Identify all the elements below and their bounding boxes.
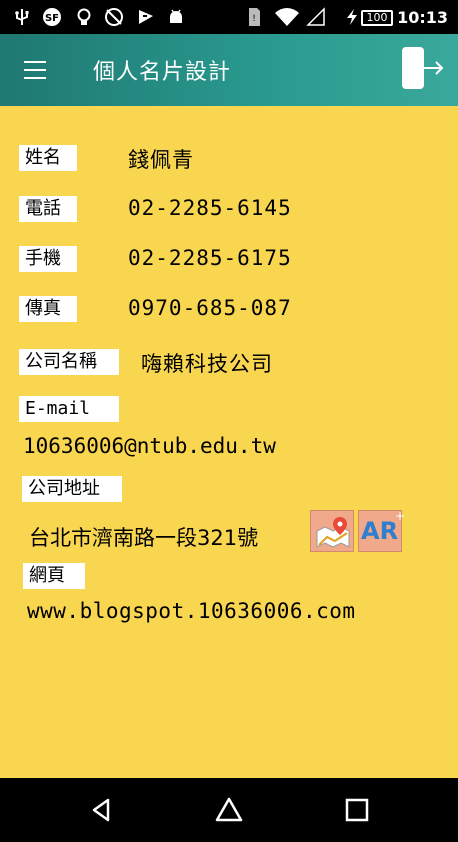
name-value: 錢佩青 bbox=[128, 148, 194, 172]
map-button[interactable] bbox=[310, 510, 354, 552]
navigation-bar bbox=[0, 778, 458, 842]
flag-icon bbox=[136, 7, 156, 27]
name-label: 姓名 bbox=[19, 145, 77, 171]
home-icon[interactable] bbox=[213, 794, 245, 826]
status-bar: SF ! 100 10:13 bbox=[0, 0, 458, 34]
android-icon bbox=[166, 7, 186, 27]
ar-plus-mark: + bbox=[395, 509, 406, 523]
fax-value: 0970-685-087 bbox=[128, 296, 292, 320]
back-triangle-icon[interactable] bbox=[86, 794, 118, 826]
ar-button[interactable]: AR + bbox=[358, 509, 406, 552]
charging-icon bbox=[342, 7, 362, 27]
battery-indicator: 100 bbox=[361, 10, 393, 26]
no-sync-icon bbox=[104, 7, 124, 27]
mobile-value: 02-2285-6175 bbox=[128, 246, 292, 270]
sf-icon: SF bbox=[42, 7, 62, 27]
exit-arrow-icon[interactable] bbox=[402, 47, 444, 89]
company-label: 公司名稱 bbox=[19, 349, 119, 375]
mobile-label: 手機 bbox=[19, 246, 77, 272]
map-pin-icon bbox=[316, 517, 350, 548]
fax-label: 傳真 bbox=[19, 296, 77, 322]
website-label: 網頁 bbox=[23, 563, 85, 589]
status-time: 10:13 bbox=[397, 8, 448, 27]
business-card-content: 姓名 錢佩青 電話 02-2285-6145 手機 02-2285-6175 傳… bbox=[0, 106, 458, 778]
email-label: E-mail bbox=[19, 396, 119, 422]
company-value: 嗨賴科技公司 bbox=[141, 352, 273, 376]
website-value: www.blogspot.10636006.com bbox=[27, 599, 356, 623]
usb-icon bbox=[12, 7, 32, 27]
sim-icon: ! bbox=[244, 7, 264, 27]
app-bar: 個人名片設計 bbox=[0, 34, 458, 106]
page-title: 個人名片設計 bbox=[93, 60, 232, 85]
phone-label: 電話 bbox=[19, 196, 77, 222]
signal-icon bbox=[306, 7, 326, 27]
email-value: 10636006@ntub.edu.tw bbox=[23, 434, 276, 458]
svg-text:SF: SF bbox=[45, 13, 59, 24]
phone-value: 02-2285-6145 bbox=[128, 196, 292, 220]
svg-text:!: ! bbox=[252, 14, 256, 24]
bulb-icon bbox=[74, 7, 94, 27]
address-value: 台北市濟南路一段321號 bbox=[29, 526, 259, 550]
address-label: 公司地址 bbox=[22, 476, 122, 502]
hamburger-menu-icon[interactable] bbox=[24, 61, 46, 79]
recents-square-icon[interactable] bbox=[341, 794, 373, 826]
wifi-icon bbox=[274, 7, 300, 27]
ar-button-text: AR bbox=[361, 517, 399, 545]
